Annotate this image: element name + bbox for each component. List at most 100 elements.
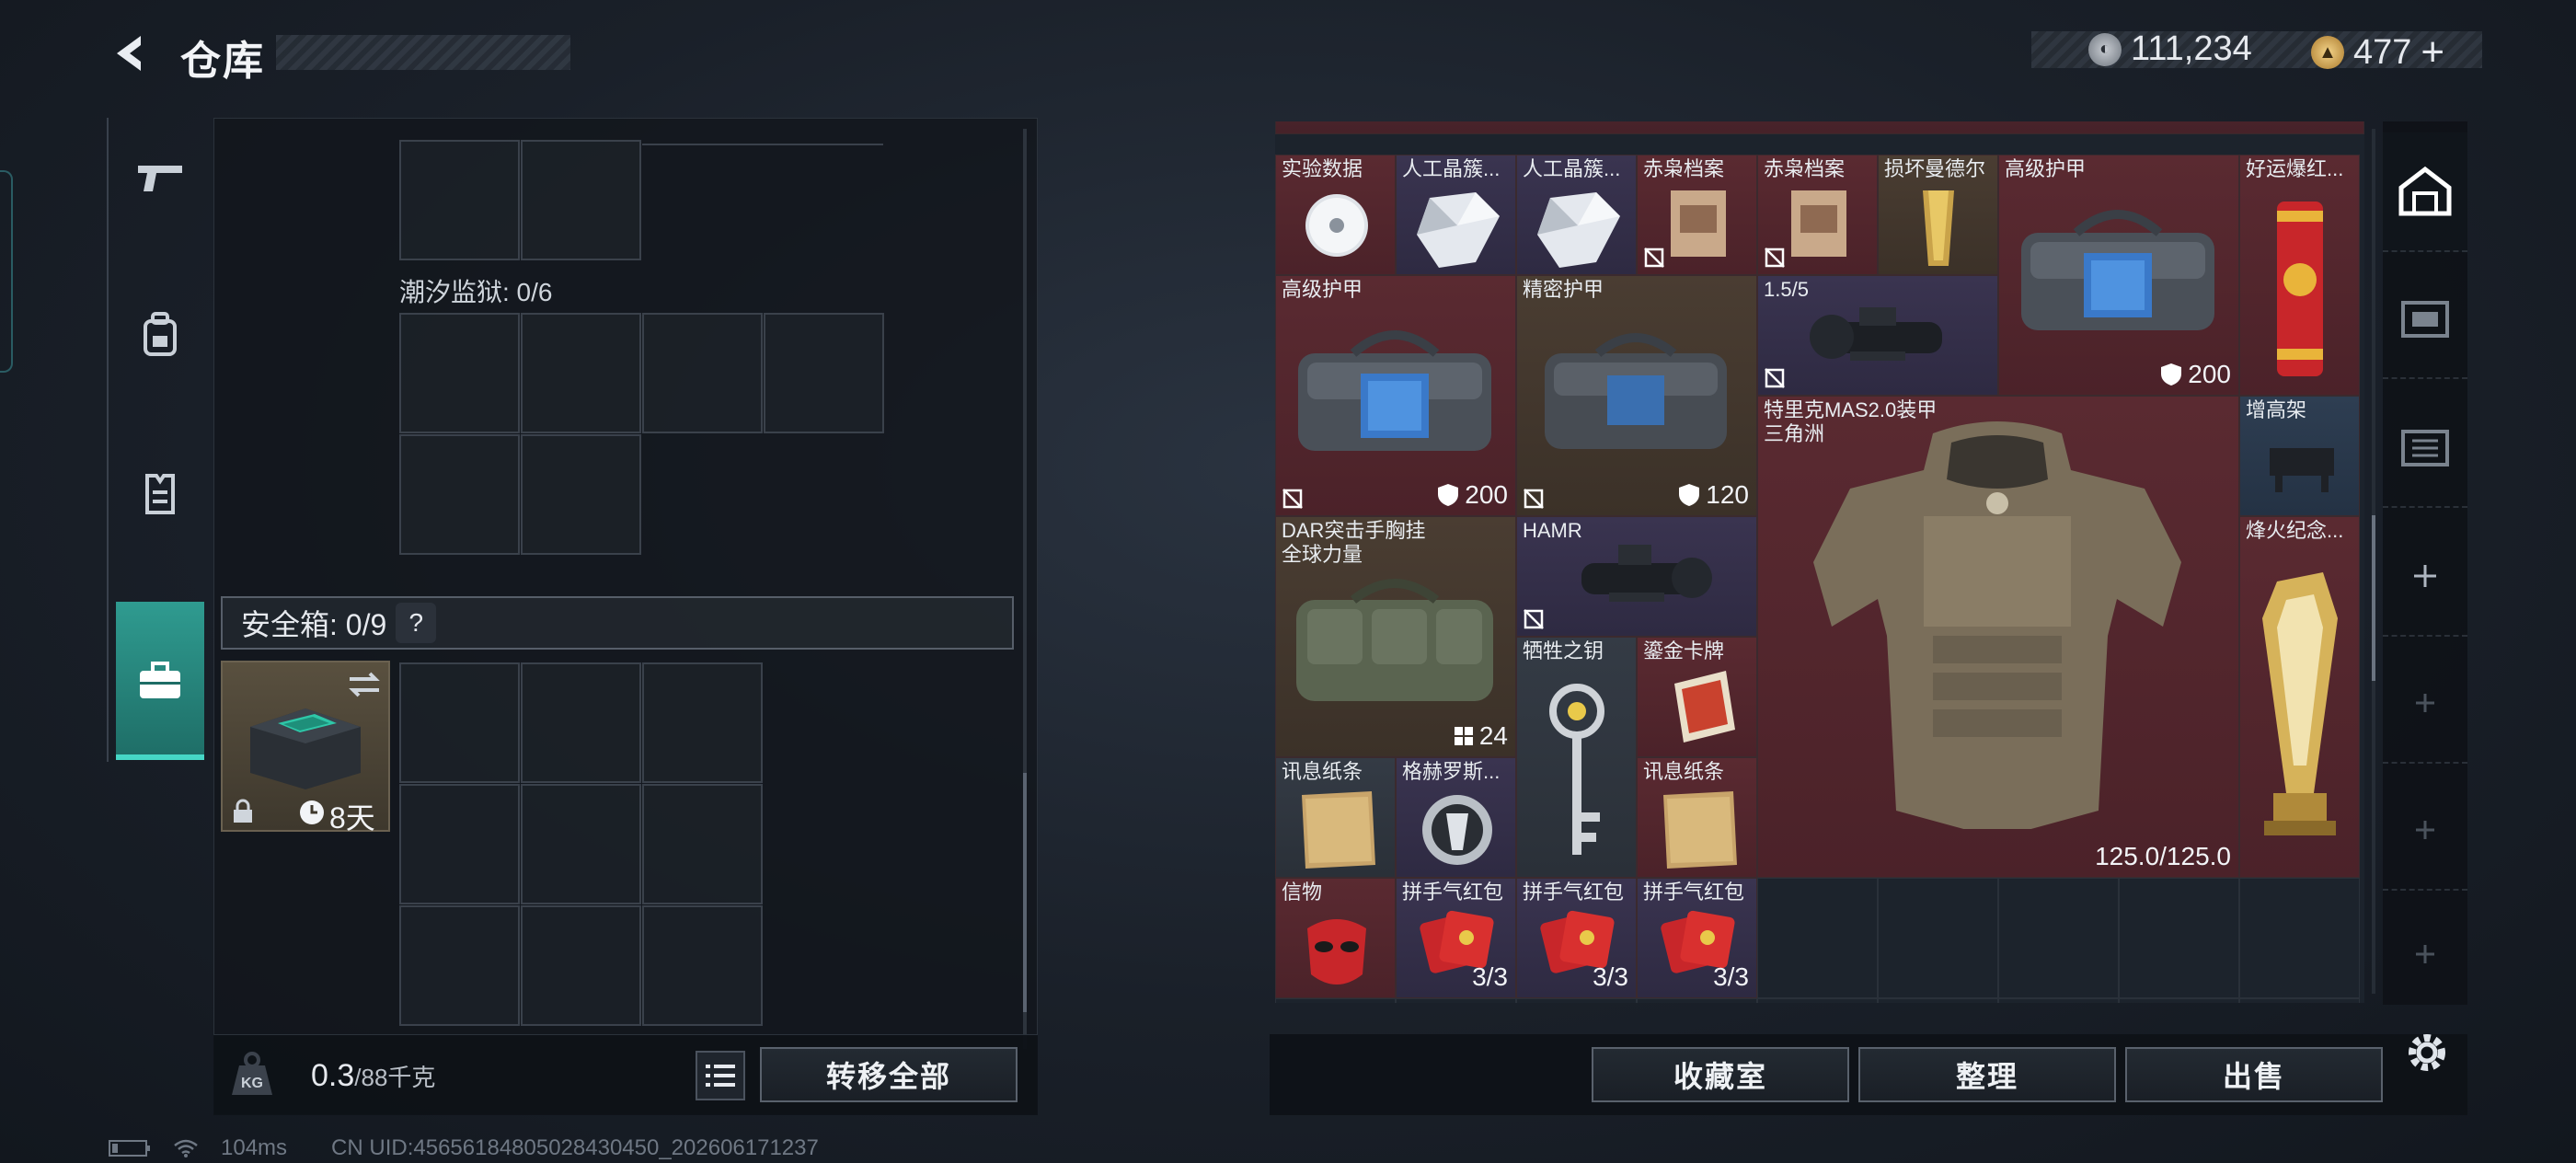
slot-cell[interactable]	[399, 313, 520, 433]
locked-stash-tab[interactable]	[2383, 644, 2467, 764]
crystal-image	[1537, 192, 1620, 268]
header-stripe	[276, 35, 570, 70]
item-sacrifice-key[interactable]: 牺牲之钥	[1516, 637, 1637, 878]
item-label: 拼手气红包	[1643, 881, 1745, 904]
item-precision-armor[interactable]: 精密护甲 120	[1516, 275, 1757, 516]
side-drawer-handle[interactable]	[0, 170, 13, 373]
item-crystal-1[interactable]: 人工晶簇...	[1396, 155, 1516, 275]
stash-slot[interactable]	[2239, 878, 2360, 998]
stash-slot[interactable]	[1637, 998, 1757, 1003]
item-hamr[interactable]: HAMR	[1516, 516, 1757, 637]
item-label: 赤枭档案	[1643, 157, 1725, 180]
disc-image	[1305, 194, 1368, 257]
item-note-1[interactable]: 讯息纸条	[1275, 757, 1396, 878]
stash-slot[interactable]	[1998, 878, 2119, 998]
gold-coin-icon: ▲	[2311, 36, 2344, 69]
item-gold-card[interactable]: 鎏金卡牌	[1637, 637, 1757, 757]
stash-slot[interactable]	[1998, 998, 2119, 1003]
settings-button[interactable]	[2401, 1027, 2453, 1078]
stash-slot[interactable]	[1757, 878, 1878, 998]
stash-slot[interactable]	[2239, 998, 2360, 1003]
item-high-armor-2[interactable]: 高级护甲 200	[1275, 275, 1516, 516]
item-token[interactable]: 信物	[1275, 878, 1396, 998]
locked-stash-tab[interactable]	[2383, 894, 2467, 1014]
scrollbar-thumb[interactable]	[2372, 515, 2375, 681]
item-label: 格赫罗斯...	[1402, 760, 1501, 783]
item-dar-rig[interactable]: DAR突击手胸挂 全球力量 24	[1275, 516, 1516, 757]
gold-amount: 477	[2353, 32, 2412, 72]
container-scrollbar[interactable]	[1023, 129, 1027, 1049]
stash-slot[interactable]	[2119, 878, 2239, 998]
scrollbar-thumb[interactable]	[1023, 773, 1027, 1012]
safe-slot[interactable]	[521, 905, 641, 1026]
item-archive-2[interactable]: 赤枭档案	[1757, 155, 1878, 275]
slot-cell[interactable]	[521, 140, 641, 260]
safe-slot[interactable]	[399, 905, 520, 1026]
gun-icon	[138, 166, 182, 191]
trophy-image	[2262, 572, 2338, 835]
item-exp-data[interactable]: 实验数据	[1275, 155, 1396, 275]
item-crystal-2[interactable]: 人工晶簇...	[1516, 155, 1637, 275]
armor-bag-image	[2021, 210, 2214, 330]
safe-slot[interactable]	[521, 662, 641, 783]
tab-gear[interactable]	[116, 280, 204, 390]
stash-tab-3[interactable]	[2383, 388, 2467, 508]
list-view-button[interactable]	[696, 1051, 745, 1100]
item-label: 高级护甲	[2005, 157, 2087, 180]
item-label: 拼手气红包	[1523, 881, 1625, 904]
item-red-packet-2[interactable]: 拼手气红包 3/3	[1516, 878, 1637, 998]
sell-button[interactable]: 出售	[2125, 1047, 2383, 1102]
item-beacon-memorial[interactable]: 烽火纪念...	[2239, 516, 2360, 878]
tab-weapons[interactable]	[116, 121, 204, 232]
add-currency-button[interactable]: +	[2421, 29, 2444, 75]
item-stand[interactable]: 增高架	[2239, 396, 2360, 516]
slot-cell[interactable]	[521, 434, 641, 555]
item-damaged-mandel[interactable]: 损坏曼德尔	[1878, 155, 1998, 275]
back-button[interactable]	[103, 28, 158, 79]
stash-slot[interactable]	[1396, 998, 1516, 1003]
lock-icon	[234, 799, 252, 823]
slot-cell[interactable]	[642, 313, 763, 433]
stash-slot[interactable]	[1275, 998, 1396, 1003]
help-button[interactable]: ?	[396, 603, 437, 643]
slot-cell[interactable]	[764, 313, 884, 433]
item-grech[interactable]: 格赫罗斯...	[1396, 757, 1516, 878]
tab-safe[interactable]	[116, 602, 204, 760]
safe-slot[interactable]	[521, 784, 641, 904]
item-archive-1[interactable]: 赤枭档案	[1637, 155, 1757, 275]
item-label: 烽火纪念...	[2246, 519, 2344, 542]
safe-slot[interactable]	[642, 662, 763, 783]
item-lucky-firecracker[interactable]: 好运爆红...	[2239, 155, 2360, 396]
slot-cell[interactable]	[521, 313, 641, 433]
slot-cell[interactable]	[399, 140, 520, 260]
stash-slot[interactable]	[2119, 998, 2239, 1003]
collection-room-button[interactable]: 收藏室	[1592, 1047, 1849, 1102]
stash-slot[interactable]	[1516, 998, 1637, 1003]
stash-scrollbar[interactable]	[2372, 129, 2375, 994]
stash-slot[interactable]	[1757, 998, 1878, 1003]
item-note-2[interactable]: 讯息纸条	[1637, 757, 1757, 878]
safe-slot[interactable]	[399, 784, 520, 904]
vest-icon	[145, 474, 175, 514]
stash-slot[interactable]	[1878, 998, 1998, 1003]
safe-slot[interactable]	[399, 662, 520, 783]
stash-tab-2[interactable]	[2383, 259, 2467, 379]
item-high-armor-top[interactable]: 高级护甲 200	[1998, 155, 2239, 396]
transfer-all-button[interactable]: 转移全部	[760, 1047, 1018, 1102]
organize-button[interactable]: 整理	[1858, 1047, 2116, 1102]
item-tellic-armor[interactable]: 特里克MAS2.0装甲 三角洲 125.0/125.0	[1757, 396, 2239, 878]
add-stash-tab-button[interactable]	[2383, 517, 2467, 637]
safe-box-item[interactable]: 8天	[221, 661, 390, 835]
slot-cell[interactable]	[399, 434, 520, 555]
tab-armor[interactable]	[116, 438, 204, 548]
stash-tab-home[interactable]	[2383, 132, 2467, 252]
item-label: 拼手气红包	[1402, 881, 1504, 904]
item-red-packet-3[interactable]: 拼手气红包 3/3	[1637, 878, 1757, 998]
locked-stash-tab[interactable]	[2383, 771, 2467, 891]
stash-slot[interactable]	[1878, 878, 1998, 998]
safe-slot[interactable]	[642, 905, 763, 1026]
safe-slot[interactable]	[642, 784, 763, 904]
item-red-packet-1[interactable]: 拼手气红包 3/3	[1396, 878, 1516, 998]
item-label: 人工晶簇...	[1523, 157, 1621, 180]
item-scope[interactable]: 1.5/5	[1757, 275, 1998, 396]
